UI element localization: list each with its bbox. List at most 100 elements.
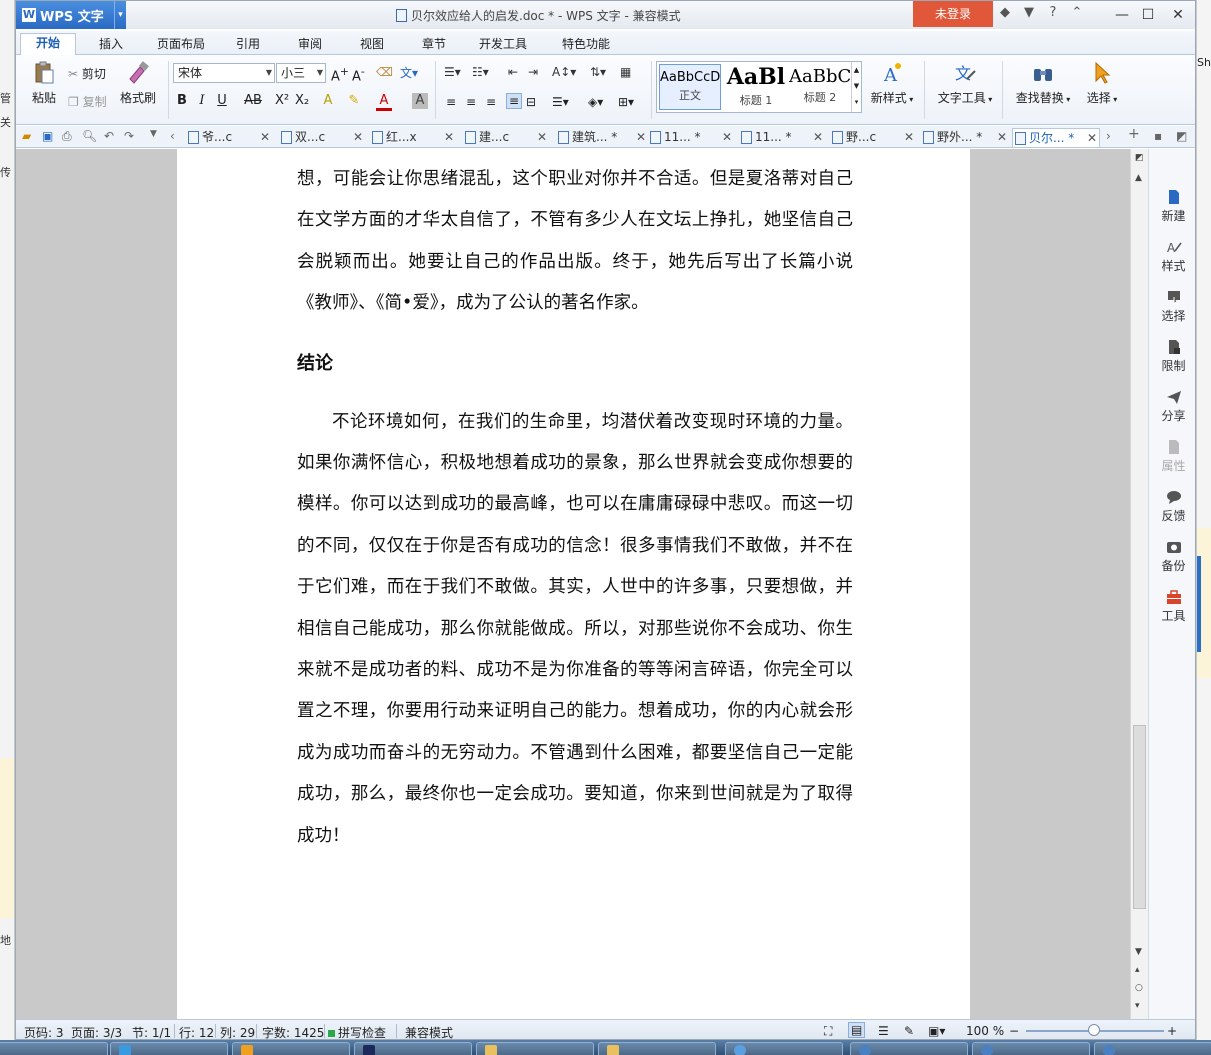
vertical-scrollbar[interactable]: ◩ ▲ ▼ ▴ ○ ▾	[1130, 149, 1148, 1019]
close-tab-icon[interactable]: ✕	[353, 128, 363, 146]
maximize-button[interactable]: ☐	[1135, 4, 1161, 26]
taskbar-item[interactable]	[598, 1042, 716, 1055]
print-icon[interactable]: ⎙	[62, 129, 72, 144]
numbering-icon[interactable]: ☷▾	[472, 65, 489, 79]
close-button[interactable]: ✕	[1165, 4, 1191, 26]
sidepane-backup[interactable]: 备份	[1149, 539, 1195, 574]
quick-access-dropdown-icon[interactable]: ▼	[150, 129, 157, 139]
status-page-code[interactable]: 页码: 3	[24, 1024, 64, 1039]
scroll-up-icon[interactable]: ▲	[1135, 173, 1142, 183]
tab-menu-icon[interactable]: ◩	[1176, 129, 1187, 143]
style-heading-2[interactable]: AaBbC 标题 2	[789, 64, 851, 110]
taskbar-item[interactable]	[354, 1042, 472, 1055]
undo-icon[interactable]: ↶	[104, 129, 114, 143]
doc-tab[interactable]: 双...c ✕	[279, 128, 367, 147]
page-view-icon[interactable]: ▤	[848, 1022, 866, 1038]
table-icon[interactable]: ▦	[620, 65, 631, 79]
print-preview-icon[interactable]: 🔍︎	[82, 129, 97, 143]
status-section[interactable]: 节: 1/1	[132, 1024, 171, 1039]
select-browse-object-icon[interactable]: ○	[1135, 983, 1143, 993]
text-tools-button[interactable]: 文 文字工具 ▾	[934, 61, 996, 106]
zoom-out-button[interactable]: −	[1009, 1024, 1019, 1038]
font-size-select[interactable]: 小三 ▼	[276, 63, 326, 83]
status-word-count[interactable]: 字数: 1425	[262, 1024, 324, 1039]
restore-tab-icon[interactable]: ▪	[1154, 129, 1162, 143]
taskbar-item[interactable]	[0, 1042, 108, 1055]
doc-tab[interactable]: 爷...c ✕	[186, 128, 274, 147]
new-tab-icon[interactable]: +	[1128, 126, 1140, 142]
superscript-icon[interactable]: X²	[274, 93, 290, 108]
format-painter-button[interactable]: 格式刷	[116, 61, 160, 106]
sidepane-feedback[interactable]: 反馈	[1149, 489, 1195, 524]
web-view-icon[interactable]: ✎	[904, 1024, 914, 1038]
decrease-indent-icon[interactable]: ⇤	[508, 65, 518, 79]
bold-icon[interactable]: B	[174, 93, 190, 108]
skin-icon[interactable]: ◆	[998, 5, 1012, 20]
taskbar-item[interactable]	[850, 1042, 968, 1055]
taskbar-item[interactable]	[725, 1042, 843, 1055]
borders-icon[interactable]: ⊞▾	[618, 95, 634, 109]
bullets-icon[interactable]: ☰▾	[444, 65, 461, 79]
close-tab-icon[interactable]: ✕	[722, 128, 732, 146]
document-content[interactable]: 想，可能会让你思绪混乱，这个职业对你并不合适。但是夏洛蒂对自己在文学方面的才华太…	[297, 159, 853, 857]
help-icon[interactable]: ?	[1046, 5, 1060, 20]
select-button[interactable]: 选择 ▾	[1080, 61, 1124, 106]
tab-review[interactable]: 审阅	[286, 35, 334, 55]
font-name-select[interactable]: 宋体 ▼	[173, 63, 275, 83]
doc-tab-active[interactable]: 贝尔... * ✕	[1012, 128, 1100, 147]
taskbar-item[interactable]	[972, 1042, 1090, 1055]
sort-icon[interactable]: ⇅▾	[590, 65, 606, 79]
style-normal[interactable]: AaBbCcD 正文	[659, 64, 721, 110]
subscript-icon[interactable]: X₂	[294, 93, 310, 108]
redo-icon[interactable]: ↷	[124, 129, 134, 143]
style-heading-1[interactable]: AaBl 标题 1	[725, 64, 787, 110]
doc-tab[interactable]: 野...c ✕	[830, 128, 918, 147]
document-page[interactable]: 想，可能会让你思绪混乱，这个职业对你并不合适。但是夏洛蒂对自己在文学方面的才华太…	[177, 149, 970, 1019]
wps-app-menu-button[interactable]: W WPS 文字 ▾	[16, 1, 126, 29]
taskbar-item[interactable]	[476, 1042, 594, 1055]
previous-page-icon[interactable]: ▴	[1135, 965, 1140, 975]
tab-chapter[interactable]: 章节	[410, 35, 458, 55]
highlight-icon[interactable]: ✎	[346, 93, 362, 108]
align-center-icon[interactable]: ≡	[466, 95, 476, 109]
close-tab-icon[interactable]: ✕	[1087, 129, 1097, 147]
doc-tab[interactable]: 野外... * ✕	[921, 128, 1009, 147]
paste-button[interactable]: 粘贴	[22, 61, 66, 106]
sidepane-restrict[interactable]: 限制	[1149, 339, 1195, 374]
grow-font-icon[interactable]: A+	[331, 65, 349, 84]
font-color-icon[interactable]: A	[376, 93, 392, 111]
sidepane-style[interactable]: A 样式	[1149, 239, 1195, 274]
taskbar-item[interactable]	[110, 1042, 228, 1055]
increase-indent-icon[interactable]: ⇥	[528, 65, 538, 79]
close-tab-icon[interactable]: ✕	[813, 128, 823, 146]
find-replace-button[interactable]: 查找替换 ▾	[1012, 61, 1074, 106]
tab-references[interactable]: 引用	[224, 35, 272, 55]
scrollbar-thumb[interactable]	[1133, 725, 1146, 909]
sidepane-select[interactable]: 选择	[1149, 289, 1195, 324]
shirt-icon[interactable]: ▼	[1022, 5, 1036, 20]
shrink-font-icon[interactable]: A-	[352, 65, 365, 84]
close-tab-icon[interactable]: ✕	[537, 128, 547, 146]
sidepane-share[interactable]: 分享	[1149, 389, 1195, 424]
minimize-button[interactable]: —	[1109, 4, 1135, 26]
status-pages[interactable]: 页面: 3/3	[71, 1024, 122, 1039]
tab-scroll-right-icon[interactable]: ›	[1106, 129, 1111, 143]
zoom-slider-thumb[interactable]	[1088, 1024, 1100, 1036]
ribbon-collapse-icon[interactable]: ⌃	[1070, 5, 1084, 20]
tab-scroll-left-icon[interactable]: ‹	[170, 129, 175, 143]
doc-tab[interactable]: 建筑... * ✕	[556, 128, 646, 147]
char-shading-icon[interactable]: A	[412, 93, 428, 109]
zoom-in-button[interactable]: +	[1167, 1024, 1177, 1038]
doc-tab[interactable]: 建...c ✕	[463, 128, 551, 147]
scroll-down-icon[interactable]: ▼	[1135, 947, 1142, 957]
zoom-level[interactable]: 100 %	[966, 1024, 1004, 1038]
spell-check-toggle[interactable]: 拼写检查	[328, 1024, 386, 1039]
clear-format-icon[interactable]: ⌫	[376, 65, 393, 79]
tab-home[interactable]: 开始	[20, 33, 76, 56]
distribute-icon[interactable]: ⊟	[526, 95, 536, 109]
pinyin-guide-icon[interactable]: 文▾	[400, 64, 418, 81]
reading-view-icon[interactable]: ▣▾	[928, 1024, 945, 1038]
align-left-icon[interactable]: ≡	[446, 95, 456, 109]
doc-tab[interactable]: 11... * ✕	[739, 128, 827, 147]
close-tab-icon[interactable]: ✕	[904, 128, 914, 146]
